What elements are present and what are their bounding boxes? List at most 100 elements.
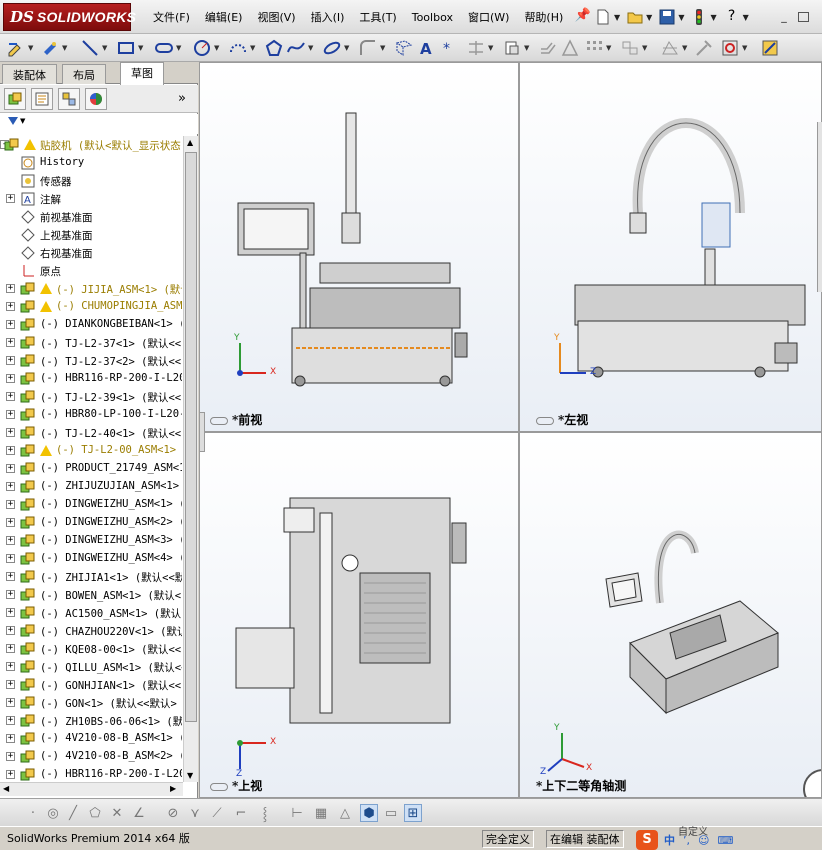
tree-item[interactable]: + (-) TJ-L2-37<1> (默认<< (0, 334, 182, 352)
expand-icon[interactable]: + (6, 536, 15, 545)
feature-tree-icon[interactable] (4, 88, 26, 110)
line-icon[interactable]: ╱ (64, 804, 82, 822)
chevron-down-icon[interactable]: ▼ (743, 13, 749, 22)
tree-item[interactable]: 原点 (0, 262, 182, 280)
menu-window[interactable]: 窗口(W) (461, 10, 517, 26)
tree-item[interactable]: + (-) HBR116-RP-200-I-L20 (0, 766, 182, 782)
tree-item[interactable]: + (-) BOWEN_ASM<1> (默认< (0, 586, 182, 604)
expand-icon[interactable]: + (6, 554, 15, 563)
viewport-top[interactable]: X Z *上视 (199, 432, 519, 798)
tree-item[interactable]: + (-) ZHIJIA1<1> (默认<<默 (0, 568, 182, 586)
pin-icon[interactable]: 📌 (574, 8, 592, 26)
tree-item[interactable]: + (-) DINGWEIZHU_ASM<4> ( (0, 550, 182, 568)
scrollbar-thumb[interactable] (185, 152, 197, 722)
isometric-view-icon[interactable]: ⬢ (360, 804, 378, 822)
corner-icon[interactable]: ⌐ (232, 804, 250, 822)
offset-icon[interactable] (538, 38, 558, 58)
tree-item[interactable]: 上视基准面 (0, 226, 182, 244)
menu-insert[interactable]: 插入(I) (304, 10, 353, 26)
scroll-up-icon[interactable]: ▲ (187, 138, 193, 147)
tree-item[interactable]: + (-) JIJIA_ASM<1> (默认) (0, 280, 182, 298)
fillet-icon[interactable] (358, 38, 378, 58)
ellipse-icon[interactable]: ⊘ (164, 804, 182, 822)
ellipse-icon[interactable] (322, 38, 342, 58)
chevron-down-icon[interactable]: ▼ (250, 44, 255, 52)
grid-icon[interactable]: ▦ (312, 804, 330, 822)
tree-item[interactable]: + (-) HBR80-LP-100-I-L20- (0, 406, 182, 424)
tab-sketch[interactable]: 草图 (120, 62, 164, 85)
tree-item[interactable]: + (-) DINGWEIZHU_ASM<2> ( (0, 514, 182, 532)
polygon-icon[interactable] (264, 38, 284, 58)
property-manager-icon[interactable] (31, 88, 53, 110)
tree-item[interactable]: -贴胶机 (默认<默认_显示状态-1>) (0, 136, 182, 154)
tree-item[interactable]: + (-) AC1500_ASM<1> (默认 (0, 604, 182, 622)
expand-icon[interactable]: + (6, 374, 15, 383)
expand-icon[interactable]: + (6, 752, 15, 761)
tree-item[interactable]: + (-) KQE08-00<1> (默认<< (0, 640, 182, 658)
chevron-down-icon[interactable]: ▼ (20, 117, 25, 125)
expand-icon[interactable]: + (6, 320, 15, 329)
ime-mode[interactable]: 中 (664, 832, 675, 848)
point-icon[interactable]: · (24, 804, 42, 822)
scroll-left-icon[interactable]: ◀ (3, 784, 9, 793)
trim-icon[interactable]: ✕ (108, 804, 126, 822)
circle-icon[interactable] (192, 38, 212, 58)
slot-icon[interactable] (154, 38, 174, 58)
expand-icon[interactable]: + (6, 410, 15, 419)
traffic-light-icon[interactable] (690, 8, 708, 26)
rapid-sketch-icon[interactable] (760, 38, 780, 58)
expand-icon[interactable]: + (6, 428, 15, 437)
four-view-layout-icon[interactable]: ⊞ (404, 804, 422, 822)
rectangle-icon[interactable] (116, 38, 136, 58)
mirror-icon[interactable] (560, 38, 580, 58)
panel-collapse-handle[interactable] (199, 412, 205, 452)
circle-icon[interactable]: ◎ (44, 804, 62, 822)
solidworks-logo[interactable]: DS SOLIDWORKS (3, 3, 136, 31)
chevron-down-icon[interactable]: ▼ (344, 44, 349, 52)
tree-item[interactable]: + (-) TJ-L2-39<1> (默认<< (0, 388, 182, 406)
text-icon[interactable]: A (416, 38, 436, 58)
chevron-down-icon[interactable]: ▼ (682, 44, 687, 52)
chevron-down-icon[interactable]: ▼ (380, 44, 385, 52)
tree-item[interactable]: + A 注解 (0, 190, 182, 208)
tree-item[interactable]: + (-) TJ-L2-40<1> (默认<< (0, 424, 182, 442)
mirror-icon[interactable]: ⋎ (186, 804, 204, 822)
tree-item[interactable]: + (-) GONHJIAN<1> (默认<< (0, 676, 182, 694)
expand-icon[interactable]: + (6, 482, 15, 491)
expand-icon[interactable]: + (6, 356, 15, 365)
sogou-logo-icon[interactable]: S (636, 830, 658, 850)
menu-help[interactable]: 帮助(H) (517, 10, 571, 26)
move-entities-icon[interactable] (620, 38, 640, 58)
expand-icon[interactable]: + (6, 644, 15, 653)
expand-icon[interactable]: + (6, 446, 15, 455)
chevron-down-icon[interactable]: ▼ (214, 44, 219, 52)
graphics-area[interactable]: 🔍 🔎 ⌘ (199, 62, 822, 798)
tree-item[interactable]: + (-) HBR116-RP-200-I-L20 (0, 370, 182, 388)
new-document-icon[interactable] (594, 8, 612, 26)
expand-icon[interactable]: + (6, 698, 15, 707)
chevron-down-icon[interactable]: ▼ (646, 13, 652, 22)
convert-entities-icon[interactable] (502, 38, 522, 58)
chevron-down-icon[interactable]: ▼ (102, 44, 107, 52)
expand-icon[interactable]: + (6, 626, 15, 635)
expand-icon[interactable]: + (6, 590, 15, 599)
configuration-manager-icon[interactable] (58, 88, 80, 110)
tree-item[interactable]: 前视基准面 (0, 208, 182, 226)
menu-view[interactable]: 视图(V) (250, 10, 303, 26)
expand-icon[interactable]: + (6, 734, 15, 743)
tree-item[interactable]: + (-) QILLU_ASM<1> (默认<< (0, 658, 182, 676)
tree-item[interactable]: + (-) CHUMOPINGJIA_ASM<1> (0, 298, 182, 316)
tree-item[interactable]: + (-) 4V210-08-B_ASM<1> ( (0, 730, 182, 748)
display-relations-icon[interactable] (660, 38, 680, 58)
menu-file[interactable]: 文件(F) (146, 10, 198, 26)
repair-sketch-icon[interactable] (694, 38, 714, 58)
expand-panel-button[interactable]: » (178, 91, 186, 106)
chevron-down-icon[interactable]: ▼ (614, 13, 620, 22)
chevron-down-icon[interactable]: ▼ (642, 44, 647, 52)
expand-icon[interactable]: + (6, 302, 15, 311)
chevron-down-icon[interactable]: ▼ (710, 13, 716, 22)
help-icon[interactable]: ? (723, 8, 741, 26)
plane-grid-icon[interactable] (394, 38, 414, 58)
filter-icon[interactable] (8, 117, 18, 125)
chevron-down-icon[interactable]: ▼ (62, 44, 67, 52)
